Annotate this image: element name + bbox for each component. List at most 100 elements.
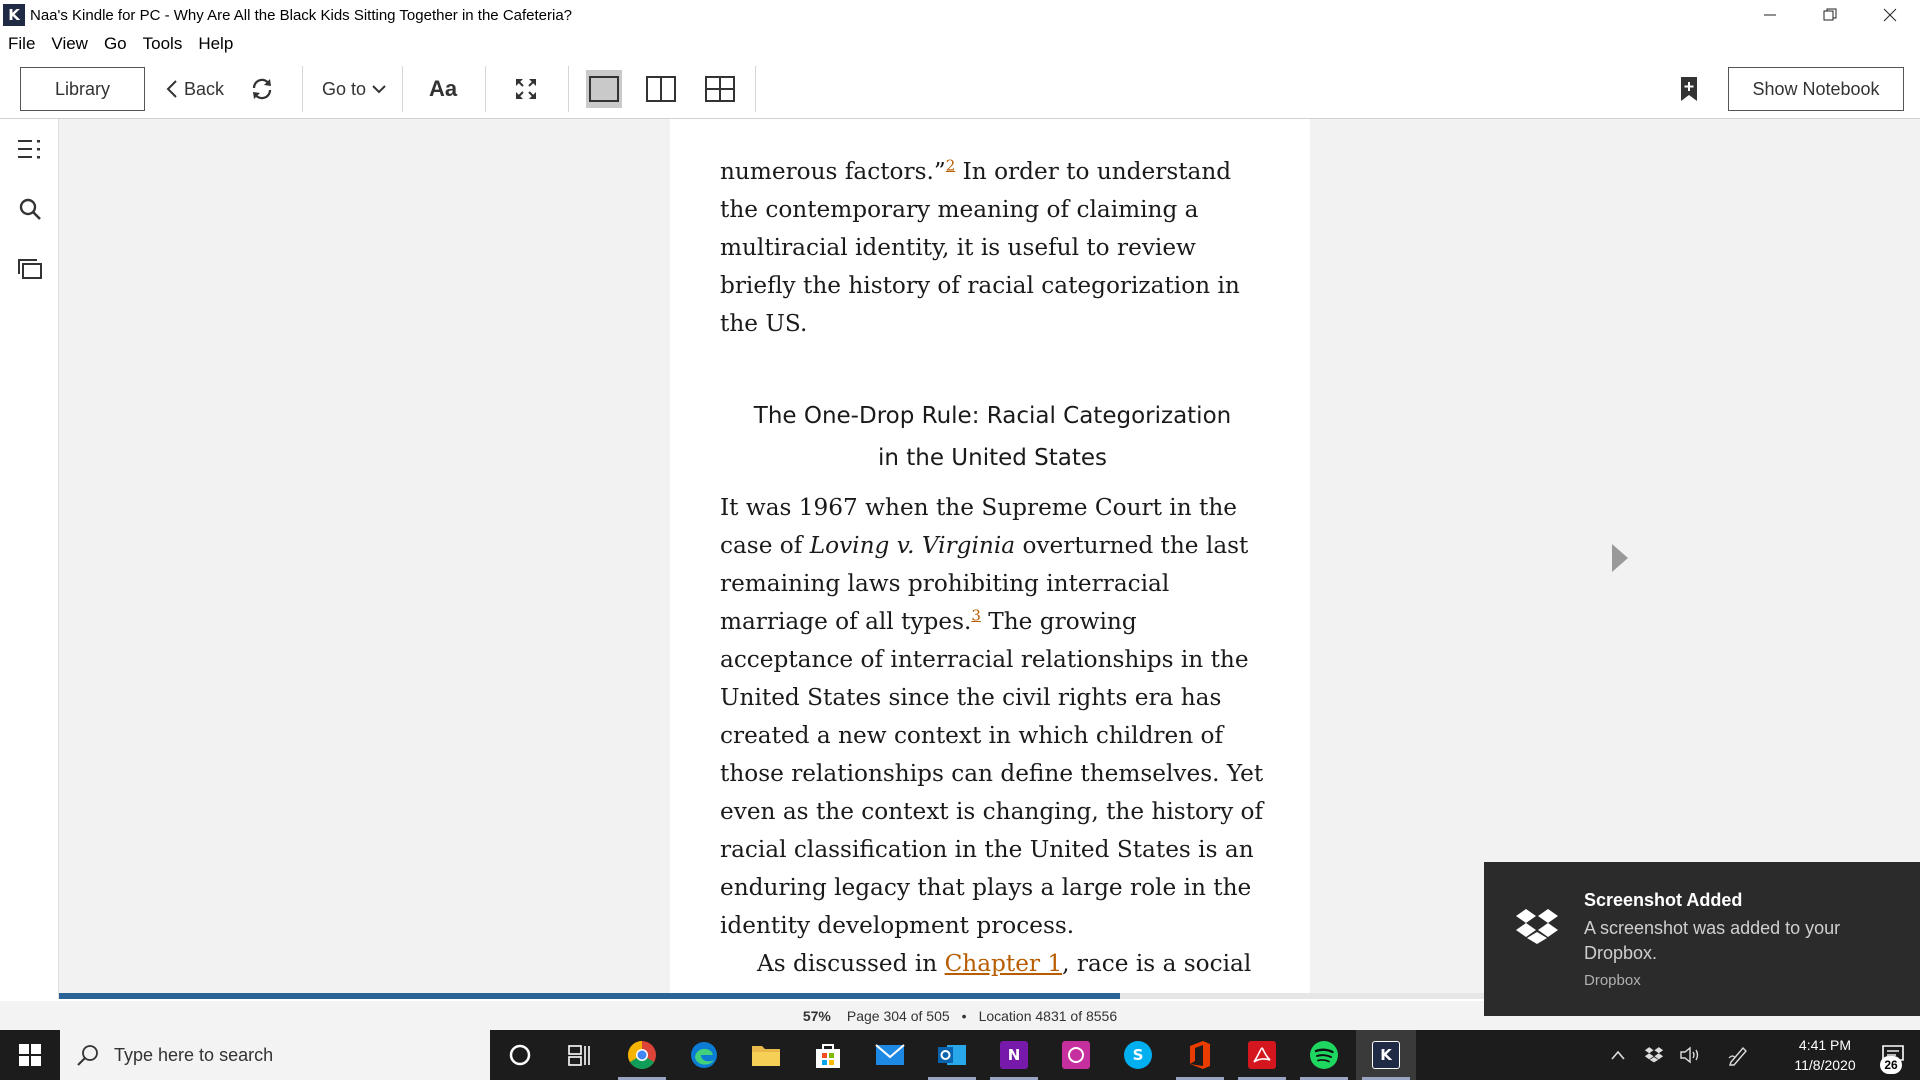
taskbar-clock[interactable]: 4:41 PM 11/8/2020 [1770, 1030, 1880, 1080]
pen-workspace-button[interactable] [1708, 1030, 1768, 1080]
paragraph: It was 1967 when the Supreme Court in th… [720, 494, 1264, 939]
reading-progress-fill [59, 993, 1120, 999]
footnote-link[interactable]: 3 [971, 606, 981, 624]
paragraph: numerous factors.”2 In order to understa… [720, 156, 1240, 337]
window-title: Naa's Kindle for PC - Why Are All the Bl… [30, 6, 573, 24]
bookmark-add-icon [1681, 77, 1697, 101]
library-label: Library [54, 78, 111, 99]
restore-icon [1823, 8, 1837, 21]
bookmark-button[interactable] [1677, 67, 1701, 111]
menu-help[interactable]: Help [198, 34, 233, 54]
separator-dot: • [961, 1007, 967, 1024]
menu-view[interactable]: View [51, 34, 88, 54]
notification-count-badge: 26 [1880, 1056, 1902, 1074]
taskbar-office[interactable] [1170, 1030, 1230, 1080]
page-text: numerous factors.”2 In order to understa… [720, 153, 1265, 983]
progress-percent: 57% [802, 1007, 831, 1024]
acrobat-icon [1248, 1041, 1276, 1069]
taskbar-skype[interactable]: S [1108, 1030, 1168, 1080]
toolbar-divider [568, 66, 569, 112]
dropbox-tray-button[interactable] [1636, 1030, 1672, 1080]
multi-column-icon [705, 76, 735, 102]
chapter-link[interactable]: Chapter 1 [945, 950, 1063, 977]
minimize-button[interactable] [1740, 0, 1800, 30]
toolbar-divider [302, 66, 303, 112]
single-column-button[interactable] [586, 70, 622, 108]
windows-logo-icon [19, 1044, 41, 1066]
dropbox-icon [1516, 909, 1558, 944]
taskbar-mail[interactable] [860, 1030, 920, 1080]
book-page[interactable]: numerous factors.”2 In order to understa… [670, 119, 1310, 993]
show-hidden-icons-button[interactable] [1600, 1030, 1636, 1080]
taskbar-onenote[interactable]: N [984, 1030, 1044, 1080]
notification-source: Dropbox [1584, 972, 1641, 989]
title-bar: K Naa's Kindle for PC - Why Are All the … [0, 0, 1920, 30]
chevron-left-icon [166, 80, 177, 98]
footnote-link[interactable]: 2 [946, 156, 956, 174]
page-number: Page 304 of 505 [846, 1007, 950, 1024]
volume-icon [1680, 1046, 1699, 1064]
chevron-down-icon [372, 85, 386, 94]
taskbar-kindle[interactable]: K [1356, 1030, 1416, 1080]
outlook-icon [938, 1045, 966, 1065]
clock-date: 11/8/2020 [1794, 1057, 1856, 1073]
sync-button[interactable] [245, 67, 279, 111]
two-column-button[interactable] [643, 70, 679, 108]
goto-label: Go to [321, 78, 367, 99]
taskbar-outlook[interactable] [922, 1030, 982, 1080]
fullscreen-button[interactable] [510, 67, 542, 111]
show-notebook-button[interactable]: Show Notebook [1728, 67, 1904, 111]
dropbox-icon [1644, 1047, 1664, 1063]
start-button[interactable] [0, 1030, 60, 1080]
taskbar-whatsapp[interactable] [1046, 1030, 1106, 1080]
taskbar-search-input[interactable]: Type here to search [60, 1030, 490, 1080]
font-settings-button[interactable]: Aa [425, 67, 461, 111]
location-number: Location 4831 of 8556 [978, 1007, 1118, 1024]
mail-icon [875, 1044, 905, 1065]
chrome-icon [628, 1041, 656, 1069]
volume-button[interactable] [1672, 1030, 1708, 1080]
left-rail [0, 119, 59, 999]
section-heading: The One-Drop Rule: Racial Categorization… [753, 403, 1232, 471]
onenote-icon: N [1000, 1041, 1028, 1069]
system-tray [1600, 1030, 1768, 1080]
taskbar-chrome[interactable] [612, 1030, 672, 1080]
back-label: Back [183, 78, 225, 99]
whatsapp-icon [1062, 1041, 1090, 1069]
office-icon [1190, 1041, 1210, 1069]
search-icon [19, 198, 41, 220]
skype-icon: S [1124, 1041, 1152, 1069]
library-button[interactable]: Library [20, 67, 145, 111]
taskbar-store[interactable] [798, 1030, 858, 1080]
table-of-contents-button[interactable] [14, 133, 46, 165]
menu-file[interactable]: File [8, 34, 35, 54]
back-button[interactable]: Back [160, 67, 230, 111]
menu-go[interactable]: Go [104, 34, 127, 54]
task-view-button[interactable] [550, 1030, 610, 1080]
fullscreen-icon [516, 79, 536, 99]
restore-button[interactable] [1800, 0, 1860, 30]
menu-tools[interactable]: Tools [143, 34, 183, 54]
taskbar-edge[interactable] [674, 1030, 734, 1080]
taskbar-file-explorer[interactable] [736, 1030, 796, 1080]
multi-column-button[interactable] [702, 70, 738, 108]
taskbar-acrobat[interactable] [1232, 1030, 1292, 1080]
cortana-button[interactable] [490, 1030, 550, 1080]
search-book-button[interactable] [14, 193, 46, 225]
toolbar-divider [402, 66, 403, 112]
next-page-arrow-icon[interactable] [1612, 544, 1628, 572]
kindle-app-icon: K [3, 4, 25, 26]
flashcards-icon [18, 259, 42, 279]
table-of-contents-icon [18, 140, 40, 159]
chevron-up-icon [1611, 1050, 1625, 1060]
goto-button[interactable]: Go to [318, 67, 390, 111]
search-icon [77, 1045, 98, 1066]
taskbar-spotify[interactable] [1294, 1030, 1354, 1080]
store-icon [816, 1044, 840, 1068]
dropbox-notification[interactable]: Screenshot Added A screenshot was added … [1484, 862, 1920, 1016]
edge-icon [691, 1042, 717, 1068]
toolbar-divider [485, 66, 486, 112]
show-notebook-label: Show Notebook [1752, 78, 1880, 99]
flashcards-button[interactable] [14, 253, 46, 285]
close-button[interactable] [1860, 0, 1920, 30]
